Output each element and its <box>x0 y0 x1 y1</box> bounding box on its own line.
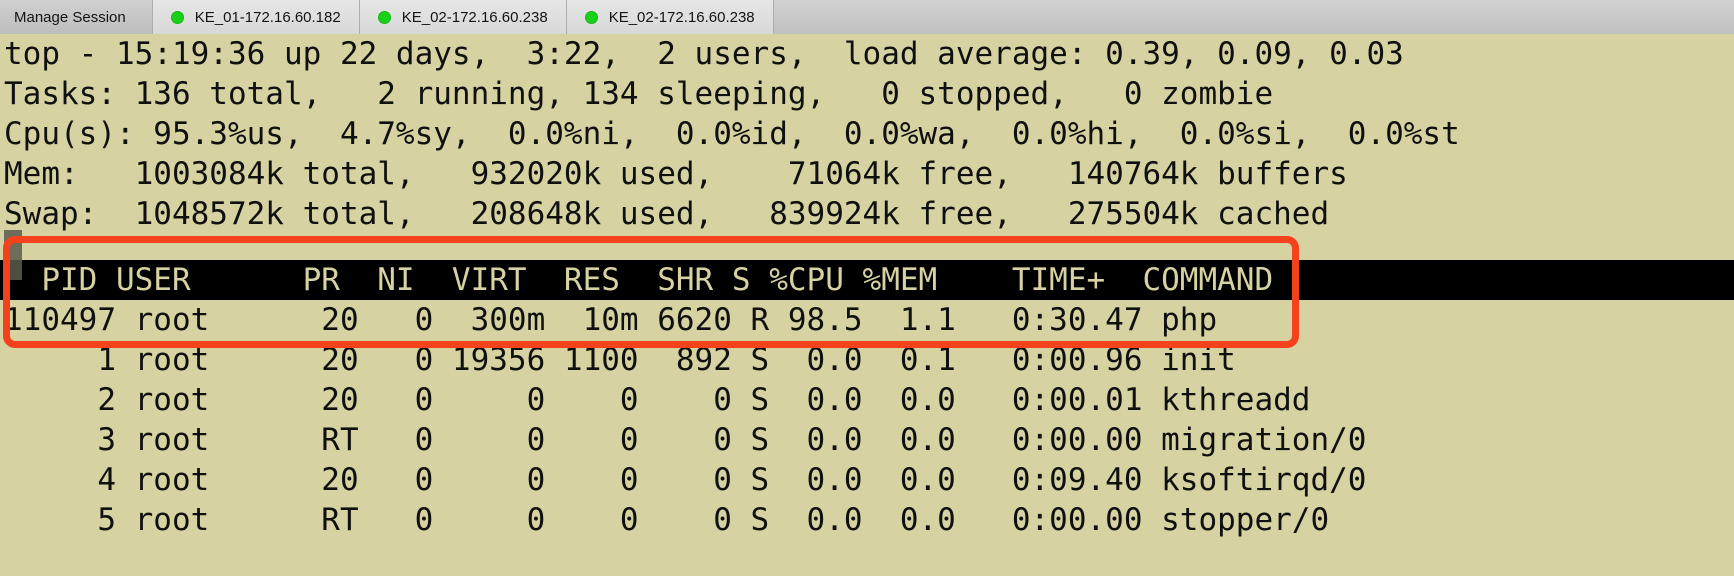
session-tab-2[interactable]: KE_02-172.16.60.238 <box>359 0 567 34</box>
process-row-init[interactable]: 1 root 20 0 19356 1100 892 S 0.0 0.1 0:0… <box>0 340 1734 380</box>
status-dot-icon <box>170 10 184 24</box>
process-table-header: PID USER PR NI VIRT RES SHR S %CPU %MEM … <box>0 260 1734 300</box>
session-tab-3[interactable]: KE_02-172.16.60.238 <box>566 0 774 34</box>
process-row-php[interactable]: 110497 root 20 0 300m 10m 6620 R 98.5 1.… <box>0 300 1734 340</box>
status-dot-icon <box>584 10 598 24</box>
status-dot-icon <box>377 10 391 24</box>
session-tab-1[interactable]: KE_01-172.16.60.182 <box>152 0 360 34</box>
top-summary-line-uptime: top - 15:19:36 up 22 days, 3:22, 2 users… <box>4 36 1404 72</box>
tab-bar-empty-area <box>773 0 1734 34</box>
session-tab-bar: Manage Session KE_01-172.16.60.182 KE_02… <box>0 0 1734 34</box>
process-row-ksoftirqd0[interactable]: 4 root 20 0 0 0 0 S 0.0 0.0 0:09.40 ksof… <box>0 460 1734 500</box>
top-summary-line-swap: Swap: 1048572k total, 208648k used, 8399… <box>4 196 1330 232</box>
process-row-stopper0[interactable]: 5 root RT 0 0 0 0 S 0.0 0.0 0:00.00 stop… <box>0 500 1734 540</box>
process-row-kthreadd[interactable]: 2 root 20 0 0 0 0 S 0.0 0.0 0:00.01 kthr… <box>0 380 1734 420</box>
session-tab-label: KE_02-172.16.60.238 <box>608 8 755 26</box>
terminal-output[interactable]: top - 15:19:36 up 22 days, 3:22, 2 users… <box>0 34 1734 576</box>
manage-session-label: Manage Session <box>14 8 126 26</box>
session-tab-label: KE_01-172.16.60.182 <box>194 8 341 26</box>
session-tab-label: KE_02-172.16.60.238 <box>401 8 548 26</box>
manage-session-tab[interactable]: Manage Session <box>0 0 153 34</box>
top-summary-line-cpu: Cpu(s): 95.3%us, 4.7%sy, 0.0%ni, 0.0%id,… <box>4 116 1460 152</box>
top-summary-line-tasks: Tasks: 136 total, 2 running, 134 sleepin… <box>4 76 1274 112</box>
process-row-migration0[interactable]: 3 root RT 0 0 0 0 S 0.0 0.0 0:00.00 migr… <box>0 420 1734 460</box>
top-summary-line-mem: Mem: 1003084k total, 932020k used, 71064… <box>4 156 1348 192</box>
terminal-cursor <box>4 230 22 280</box>
terminal-window: Manage Session KE_01-172.16.60.182 KE_02… <box>0 0 1734 576</box>
